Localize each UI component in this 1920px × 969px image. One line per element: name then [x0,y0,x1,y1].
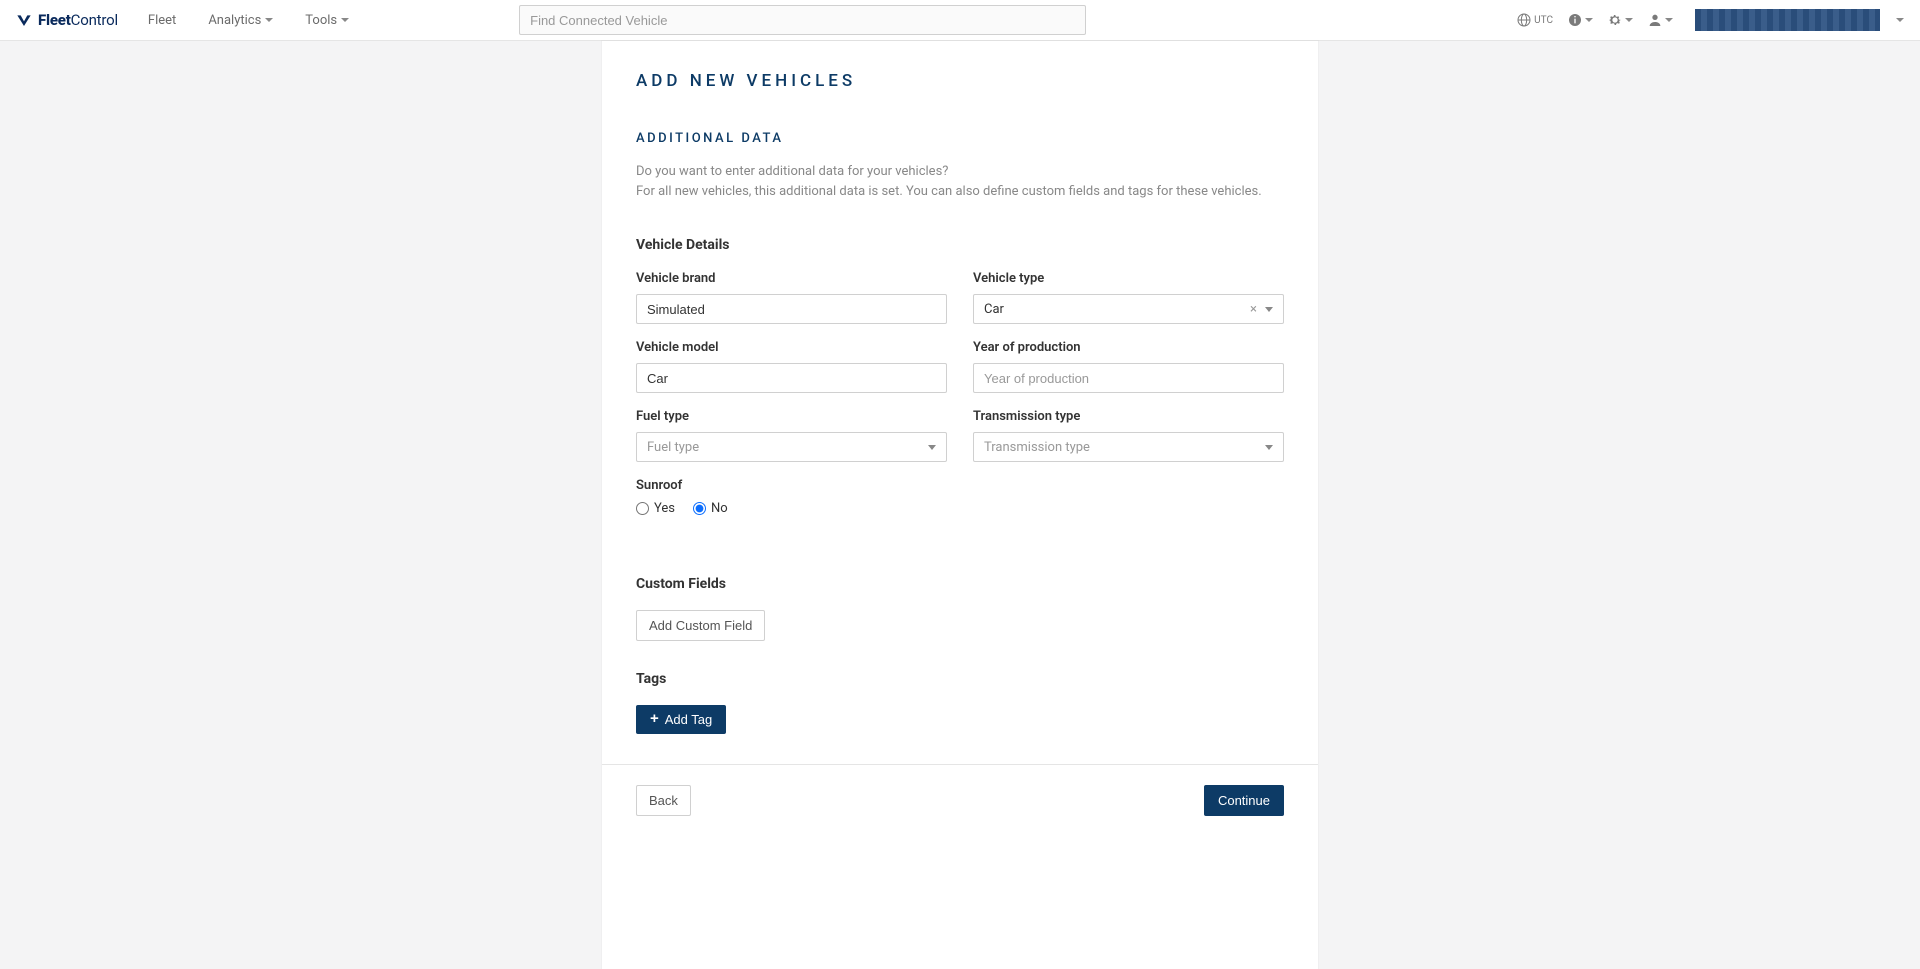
section-description: Do you want to enter additional data for… [636,162,1284,201]
user-menu[interactable] [1647,12,1673,28]
nav-analytics-label: Analytics [208,13,261,28]
nav-fleet-label: Fleet [148,13,176,28]
globe-icon [1516,12,1532,28]
transmission-type-placeholder: Transmission type [984,440,1090,455]
transmission-type-label: Transmission type [973,409,1284,424]
user-icon [1647,12,1663,28]
vehicle-brand-input[interactable] [636,294,947,324]
chevron-down-icon [341,18,349,22]
sunroof-yes-label: Yes [654,501,675,516]
desc-line-2: For all new vehicles, this additional da… [636,182,1284,202]
timezone-toggle[interactable]: UTC [1516,12,1553,28]
nav-tools[interactable]: Tools [293,13,361,28]
desc-line-1: Do you want to enter additional data for… [636,162,1284,182]
vehicle-type-select[interactable]: Car × [973,294,1284,324]
vehicle-model-input[interactable] [636,363,947,393]
transmission-type-select[interactable]: Transmission type [973,432,1284,462]
topbar: FleetControl Fleet Analytics Tools UTC [0,0,1920,41]
chevron-down-icon [265,18,273,22]
year-label: Year of production [973,340,1284,355]
chevron-down-icon [1625,18,1633,22]
back-button[interactable]: Back [636,785,691,816]
settings-menu[interactable] [1607,12,1633,28]
field-sunroof: Sunroof Yes No [636,478,947,546]
info-menu[interactable] [1567,12,1593,28]
chevron-down-icon [1585,18,1593,22]
fuel-type-select[interactable]: Fuel type [636,432,947,462]
nav-fleet[interactable]: Fleet [136,13,188,28]
chevron-down-icon [1265,445,1273,450]
field-fuel-type: Fuel type Fuel type [636,409,947,462]
add-custom-field-button[interactable]: Add Custom Field [636,610,765,641]
search-input[interactable] [519,5,1086,35]
sunroof-no-option[interactable]: No [693,501,728,516]
field-vehicle-type: Vehicle type Car × [973,271,1284,324]
continue-button[interactable]: Continue [1204,785,1284,816]
sunroof-yes-option[interactable]: Yes [636,501,675,516]
vehicle-type-label: Vehicle type [973,271,1284,286]
sunroof-label: Sunroof [636,478,947,493]
gear-icon [1607,12,1623,28]
sunroof-no-radio[interactable] [693,502,706,515]
add-tag-label: Add Tag [665,712,712,727]
field-year: Year of production [973,340,1284,393]
clear-icon[interactable]: × [1250,302,1257,317]
vehicle-details-heading: Vehicle Details [636,237,1284,253]
brand-logo[interactable]: FleetControl [16,11,118,29]
brand-mark-icon [16,13,32,27]
brand-name-bold: Fleet [38,11,71,29]
nav-analytics[interactable]: Analytics [196,13,285,28]
vehicle-brand-label: Vehicle brand [636,271,947,286]
page-card: ADD NEW VEHICLES ADDITIONAL DATA Do you … [602,41,1318,969]
chevron-down-icon [1265,307,1273,312]
field-transmission-type: Transmission type Transmission type [973,409,1284,462]
sunroof-yes-radio[interactable] [636,502,649,515]
search-wrap [519,5,1086,35]
field-vehicle-brand: Vehicle brand [636,271,947,324]
section-title: ADDITIONAL DATA [636,131,1284,146]
chevron-down-icon [928,445,936,450]
chevron-down-icon [1896,18,1904,22]
vehicle-model-label: Vehicle model [636,340,947,355]
year-input[interactable] [973,363,1284,393]
add-tag-button[interactable]: Add Tag [636,705,726,734]
footer-bar: Back Continue [602,764,1318,846]
chevron-down-icon [1665,18,1673,22]
custom-fields-heading: Custom Fields [636,576,1284,592]
user-org-badge[interactable] [1695,9,1880,31]
info-icon [1567,12,1583,28]
page-title: ADD NEW VEHICLES [636,71,1284,91]
nav-tools-label: Tools [305,13,337,28]
field-vehicle-model: Vehicle model [636,340,947,393]
sunroof-no-label: No [711,501,728,516]
brand-name-light: Control [71,11,118,29]
fuel-type-label: Fuel type [636,409,947,424]
timezone-label: UTC [1534,15,1553,26]
fuel-type-placeholder: Fuel type [647,440,699,455]
topbar-right: UTC [1516,9,1904,31]
tags-heading: Tags [636,671,1284,687]
vehicle-type-value: Car [984,302,1004,317]
